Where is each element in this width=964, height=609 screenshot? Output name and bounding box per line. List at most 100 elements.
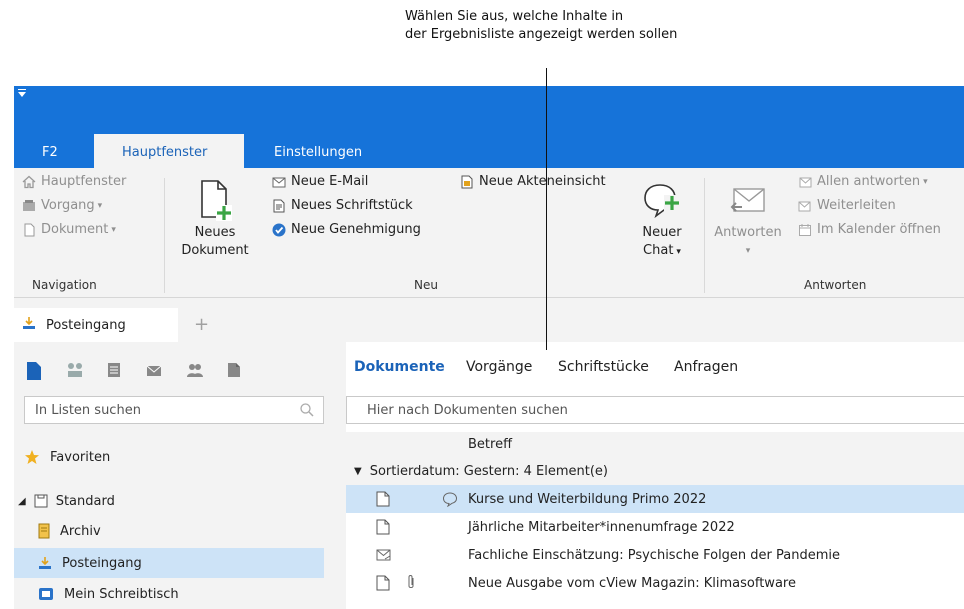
neue-akteneinsicht-button[interactable]: Neue Akteneinsicht — [460, 174, 606, 189]
tab-anfragen[interactable]: Anfragen — [674, 359, 738, 375]
group-header-label: Sortierdatum: Gestern: 4 Element(e) — [369, 463, 608, 479]
right-pane: Dokumente Vorgänge Schriftstücke Anfrage… — [346, 342, 964, 609]
document-icon — [376, 519, 390, 539]
column-header-betreff: Betreff — [468, 437, 513, 452]
pane-splitter[interactable] — [334, 342, 346, 609]
sidebar-group-standard[interactable]: ◢ Standard — [14, 486, 324, 516]
quick-access-bar — [18, 89, 26, 90]
standard-label: Standard — [55, 493, 115, 509]
nav-vorgang-button[interactable]: Vorgang ▾ — [22, 198, 102, 213]
desk-icon — [38, 587, 54, 601]
tab-f2[interactable]: F2 — [28, 134, 72, 168]
nav-vorgang-label: Vorgang — [41, 198, 95, 213]
row-subject: Jährliche Mitarbeiter*innenumfrage 2022 — [468, 519, 735, 535]
tab-posteingang[interactable]: Posteingang — [14, 308, 178, 342]
kalender-oeffnen-button[interactable]: Im Kalender öffnen — [798, 222, 941, 237]
group-header-row[interactable]: ▼ Sortierdatum: Gestern: 4 Element(e) — [346, 457, 964, 485]
neue-genehmigung-button[interactable]: Neue Genehmigung — [272, 222, 421, 237]
favoriten-label: Favoriten — [50, 449, 111, 465]
approval-icon — [272, 223, 286, 237]
nav-dokument-button[interactable]: Dokument ▾ — [22, 222, 116, 237]
group-separator — [704, 178, 705, 293]
search-icon — [299, 402, 315, 422]
ribbon: Hauptfenster Vorgang ▾ Dokument ▾ Naviga… — [14, 168, 964, 298]
left-pane: In Listen suchen Favoriten ◢ Standard Ar… — [14, 342, 334, 609]
tab-schriftstuecke[interactable]: Schriftstücke — [558, 359, 649, 375]
home-icon — [22, 175, 36, 189]
reply-mail-icon — [708, 176, 788, 224]
posteingang-label: Posteingang — [62, 555, 142, 571]
neue-email-label: Neue E-Mail — [291, 174, 369, 189]
tab-hauptfenster[interactable]: Hauptfenster — [94, 134, 244, 168]
sidebar-item-posteingang[interactable]: Posteingang — [14, 548, 324, 578]
callout-line-2: der Ergebnisliste angezeigt werden solle… — [405, 27, 678, 42]
forward-icon — [798, 199, 812, 213]
tab-dokumente[interactable]: Dokumente — [354, 359, 445, 375]
document-icon — [376, 575, 390, 595]
tab-einstellungen[interactable]: Einstellungen — [260, 134, 376, 168]
calendar-icon — [798, 223, 812, 237]
document-icon — [376, 491, 390, 511]
tab-vorgaenge[interactable]: Vorgänge — [466, 359, 532, 375]
kalender-oeffnen-label: Im Kalender öffnen — [817, 222, 941, 237]
document-search-placeholder: Hier nach Dokumenten suchen — [367, 402, 568, 418]
list-type-toolbar — [14, 342, 334, 392]
tab-posteingang-label: Posteingang — [46, 317, 126, 333]
allen-antworten-button[interactable]: Allen antworten ▾ — [798, 174, 928, 189]
chevron-down-icon: ▾ — [111, 224, 116, 235]
inbox-icon — [22, 316, 36, 334]
neues-dokument-label-2: Dokument — [181, 243, 249, 258]
column-header[interactable]: Betreff — [346, 432, 964, 458]
chevron-down-icon: ▾ — [97, 200, 103, 211]
mein-schreibtisch-label: Mein Schreibtisch — [64, 586, 179, 602]
sidebar-item-mein-schreibtisch[interactable]: Mein Schreibtisch — [14, 579, 324, 609]
file-list-icon[interactable] — [226, 362, 242, 378]
app-window: F2 Hauptfenster Einstellungen Hauptfenst… — [14, 86, 964, 609]
neues-schriftstueck-button[interactable]: Neues Schriftstück — [272, 198, 413, 213]
mail-list-icon[interactable] — [146, 362, 162, 378]
chevron-down-icon: ▾ — [676, 247, 681, 257]
table-row[interactable]: Kurse und Weiterbildung Primo 2022 — [346, 485, 964, 513]
contacts-list-icon[interactable] — [186, 362, 203, 378]
archiv-label: Archiv — [60, 523, 101, 539]
antworten-button[interactable]: Antworten ▾ — [708, 176, 788, 260]
neue-email-button[interactable]: Neue E-Mail — [272, 174, 368, 189]
letter-icon — [272, 199, 286, 213]
chat-icon — [630, 176, 694, 224]
add-tab-button[interactable]: + — [194, 314, 209, 335]
neue-genehmigung-label: Neue Genehmigung — [291, 222, 421, 237]
sidebar-item-favoriten[interactable]: Favoriten — [14, 442, 324, 472]
group-label-navigation: Navigation — [32, 278, 97, 292]
document-search-input[interactable]: Hier nach Dokumenten suchen — [346, 396, 964, 424]
group-label-antworten: Antworten — [804, 278, 867, 292]
neuer-chat-label-1: Neuer — [642, 225, 682, 240]
table-row[interactable]: Neue Ausgabe vom cView Magazin: Klimasof… — [346, 569, 964, 597]
row-subject: Kurse und Weiterbildung Primo 2022 — [468, 491, 707, 507]
process-list-icon[interactable] — [66, 362, 82, 378]
content-type-tabs: Dokumente Vorgänge Schriftstücke Anfrage… — [346, 342, 964, 392]
title-bar — [14, 86, 964, 134]
expand-arrow-icon: ◢ — [18, 495, 26, 507]
chevron-down-icon: ▾ — [745, 246, 751, 256]
neues-dokument-button[interactable]: Neues Dokument — [172, 176, 258, 260]
table-row[interactable]: Jährliche Mitarbeiter*innenumfrage 2022 — [346, 513, 964, 541]
table-row[interactable]: Fachliche Einschätzung: Psychische Folge… — [346, 541, 964, 569]
nav-dokument-label: Dokument — [41, 222, 109, 237]
mail-icon — [272, 175, 286, 189]
neuer-chat-button[interactable]: Neuer Chat ▾ — [630, 176, 694, 261]
row-subject: Fachliche Einschätzung: Psychische Folge… — [468, 547, 841, 563]
row-subject: Neue Ausgabe vom cView Magazin: Klimasof… — [468, 575, 796, 591]
folder-stack-icon — [22, 199, 36, 213]
list-search-input[interactable]: In Listen suchen — [24, 396, 324, 424]
list-search-placeholder: In Listen suchen — [35, 402, 141, 418]
ribbon-tab-bar: F2 Hauptfenster Einstellungen — [14, 134, 964, 168]
document-list-icon[interactable] — [26, 362, 42, 380]
sidebar-item-archiv[interactable]: Archiv — [14, 516, 324, 546]
letter-list-icon[interactable] — [106, 362, 122, 378]
group-separator — [164, 178, 165, 293]
new-document-icon — [172, 176, 258, 224]
weiterleiten-button[interactable]: Weiterleiten — [798, 198, 896, 213]
quick-access-dropdown-icon[interactable] — [18, 92, 26, 97]
neues-dokument-label-1: Neues — [194, 225, 236, 240]
nav-hauptfenster-button[interactable]: Hauptfenster — [22, 174, 126, 189]
